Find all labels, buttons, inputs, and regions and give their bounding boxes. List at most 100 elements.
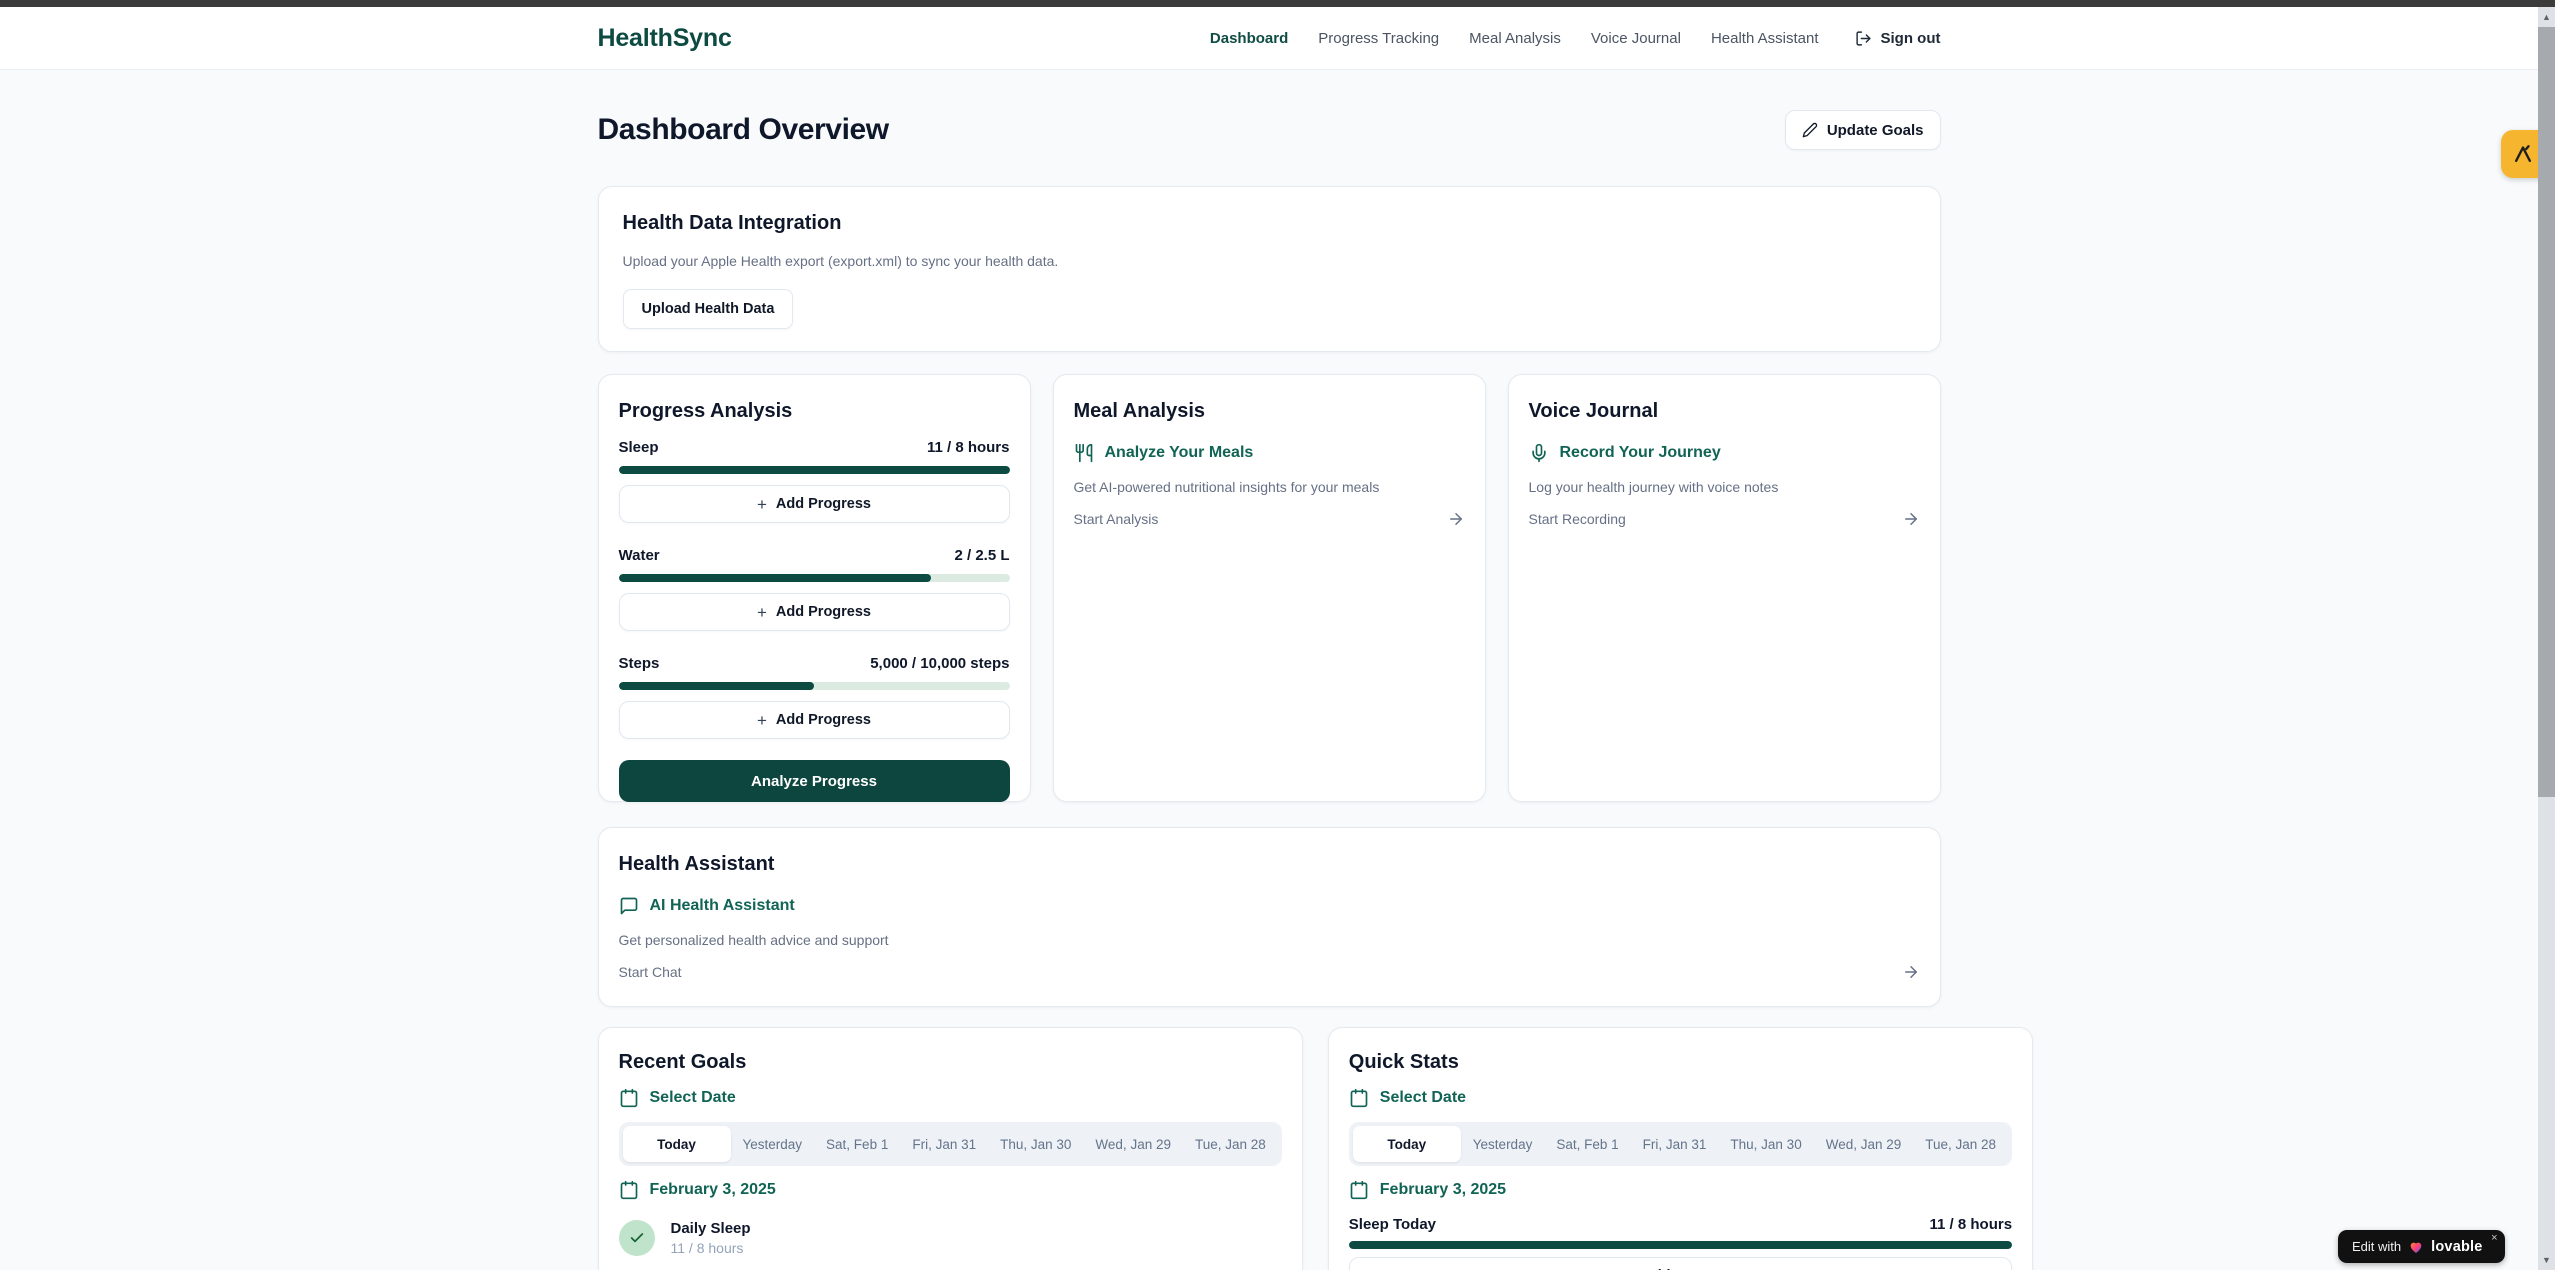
health-data-integration-card: Health Data Integration Upload your Appl… [598,186,1941,352]
progress-bar-fill [619,466,1010,474]
date-tab-tue-jan-28[interactable]: Tue, Jan 28 [1913,1126,2008,1162]
nav-dashboard[interactable]: Dashboard [1210,30,1288,47]
scrollbar-thumb[interactable] [2538,27,2555,797]
analyze-your-meals-link[interactable]: Analyze Your Meals [1074,443,1465,463]
add-progress-label: Add Progress [776,496,871,512]
start-recording-label: Start Recording [1529,511,1626,527]
plus-icon: + [757,496,767,513]
progress-bar-track [619,574,1010,582]
arrow-right-icon [1447,510,1465,528]
update-goals-label: Update Goals [1827,122,1924,139]
badge-close-icon[interactable]: × [2491,1233,2497,1244]
date-tab-wed-jan-29[interactable]: Wed, Jan 29 [1083,1126,1183,1162]
window-top-strip [0,0,2555,7]
progress-bar-track [619,466,1010,474]
progress-analysis-title: Progress Analysis [619,397,1010,425]
select-date-label: Select Date [650,1089,736,1107]
ai-health-assistant-label: AI Health Assistant [650,897,795,915]
goal-name: Daily Sleep [671,1220,751,1237]
add-progress-label: Add Progress [776,604,871,620]
nav-health-assistant[interactable]: Health Assistant [1711,30,1819,47]
upload-health-data-button[interactable]: Upload Health Data [623,289,794,329]
arrow-right-icon [1902,510,1920,528]
date-tab-sat-feb-1[interactable]: Sat, Feb 1 [1544,1126,1630,1162]
start-analysis-action[interactable]: Start Analysis [1074,510,1465,528]
ai-health-assistant-link[interactable]: AI Health Assistant [619,896,1920,916]
date-tab-today[interactable]: Today [623,1126,731,1162]
health-assistant-description: Get personalized health advice and suppo… [619,932,1920,948]
plus-icon: + [757,604,767,621]
metric-steps: Steps 5,000 / 10,000 steps + Add Progres… [619,655,1010,739]
date-tab-today[interactable]: Today [1353,1126,1461,1162]
analyze-your-meals-label: Analyze Your Meals [1105,444,1254,462]
calendar-icon [1349,1180,1369,1200]
update-goals-button[interactable]: Update Goals [1785,110,1941,150]
log-out-icon [1855,30,1872,47]
calendar-icon [619,1180,639,1200]
stat-label: Sleep Today [1349,1216,1436,1233]
page-title: Dashboard Overview [598,113,889,147]
nav-progress-tracking[interactable]: Progress Tracking [1318,30,1439,47]
recent-goals-card: Recent Goals Select Date Today Yesterday… [598,1027,1303,1270]
heart-icon [2408,1239,2424,1255]
health-assistant-title: Health Assistant [619,850,1920,878]
record-your-journey-link[interactable]: Record Your Journey [1529,443,1920,463]
date-tab-thu-jan-30[interactable]: Thu, Jan 30 [988,1126,1083,1162]
date-tab-wed-jan-29[interactable]: Wed, Jan 29 [1814,1126,1914,1162]
health-data-description: Upload your Apple Health export (export.… [623,253,1916,269]
date-tab-tue-jan-28[interactable]: Tue, Jan 28 [1183,1126,1278,1162]
add-progress-button[interactable]: + Add Progress [619,485,1010,523]
voice-journal-card: Voice Journal Record Your Journey Log yo… [1508,374,1941,802]
meal-analysis-card: Meal Analysis Analyze Your Meals Get AI-… [1053,374,1486,802]
sign-out-label: Sign out [1881,30,1941,47]
scroll-down-arrow[interactable]: ▼ [2538,1250,2555,1270]
lovable-wordmark: lovable [2431,1239,2482,1255]
quick-stats-select-date[interactable]: Select Date [1349,1088,2012,1108]
metric-sleep: Sleep 11 / 8 hours + Add Progress [619,439,1010,523]
start-chat-action[interactable]: Start Chat [619,963,1920,981]
add-progress-button[interactable]: + Add Progress [619,701,1010,739]
analyze-progress-button[interactable]: Analyze Progress [619,760,1010,802]
date-tab-fri-jan-31[interactable]: Fri, Jan 31 [900,1126,988,1162]
recent-goals-select-date[interactable]: Select Date [619,1088,1282,1108]
nav-voice-journal[interactable]: Voice Journal [1591,30,1681,47]
add-progress-button[interactable]: + Add Progress [619,593,1010,631]
date-tab-fri-jan-31[interactable]: Fri, Jan 31 [1631,1126,1719,1162]
start-chat-label: Start Chat [619,964,682,980]
edit-with-lovable-badge[interactable]: Edit with lovable × [2338,1230,2505,1263]
nav-meal-analysis[interactable]: Meal Analysis [1469,30,1561,47]
add-progress-button[interactable]: + Add Progress [1349,1257,2012,1270]
quick-stats-selected-date[interactable]: February 3, 2025 [1349,1180,2012,1200]
microphone-icon [1529,443,1549,463]
plus-icon: + [757,712,767,729]
utensils-icon [1074,443,1094,463]
date-tab-yesterday[interactable]: Yesterday [731,1126,815,1162]
voice-journal-title: Voice Journal [1529,397,1920,425]
start-analysis-label: Start Analysis [1074,511,1159,527]
progress-bar-track [1349,1241,2012,1249]
page-scrollbar[interactable]: ▲ ▼ [2538,7,2555,1270]
stat-sleep-today: Sleep Today 11 / 8 hours [1349,1216,2012,1233]
pencil-icon [1802,122,1818,138]
goal-complete-badge [619,1220,655,1256]
main-nav: Dashboard Progress Tracking Meal Analysi… [1210,30,1941,47]
metric-value: 5,000 / 10,000 steps [870,655,1009,672]
recent-goals-selected-date[interactable]: February 3, 2025 [619,1180,1282,1200]
chat-bubble-icon [619,896,639,916]
date-tab-thu-jan-30[interactable]: Thu, Jan 30 [1718,1126,1813,1162]
sign-out-button[interactable]: Sign out [1855,30,1941,47]
fab-logo-icon [2512,143,2534,165]
date-tab-yesterday[interactable]: Yesterday [1461,1126,1545,1162]
metric-value: 11 / 8 hours [927,439,1010,456]
start-recording-action[interactable]: Start Recording [1529,510,1920,528]
date-tab-sat-feb-1[interactable]: Sat, Feb 1 [814,1126,900,1162]
goal-value: 11 / 8 hours [671,1240,751,1256]
scroll-up-arrow[interactable]: ▲ [2538,7,2555,27]
meal-analysis-title: Meal Analysis [1074,397,1465,425]
progress-bar-fill [619,574,932,582]
health-assistant-card: Health Assistant AI Health Assistant Get… [598,827,1941,1007]
health-data-title: Health Data Integration [623,209,1916,237]
metric-label: Steps [619,655,660,672]
progress-analysis-card: Progress Analysis Sleep 11 / 8 hours + A… [598,374,1031,802]
metric-label: Water [619,547,660,564]
